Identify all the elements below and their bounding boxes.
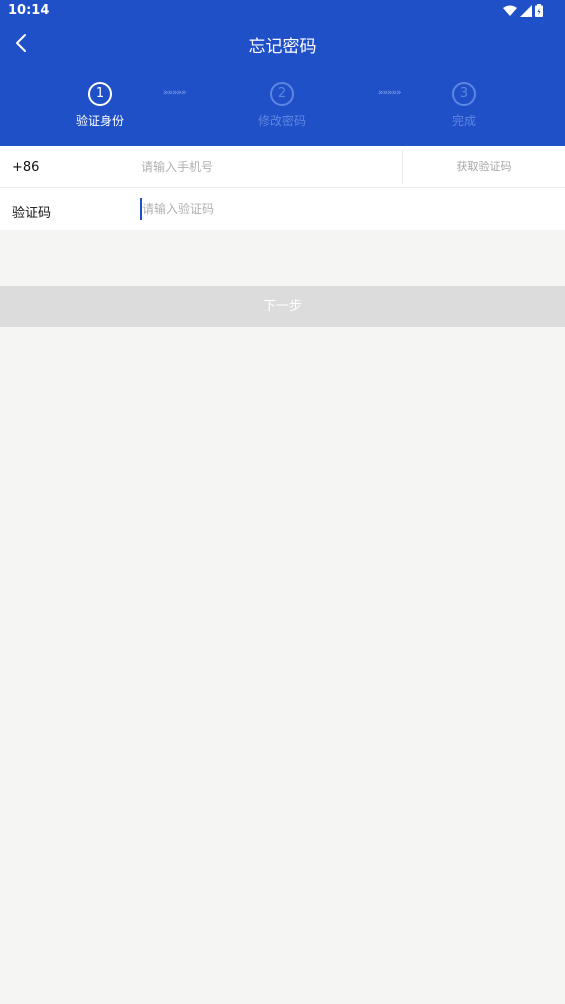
code-input[interactable] <box>140 198 390 220</box>
step-1: 1 验证身份 <box>40 80 160 129</box>
status-icons <box>503 4 543 17</box>
code-row: 验证码 <box>0 188 565 230</box>
step-2: 2 修改密码 <box>222 80 342 129</box>
status-bar: 10:14 <box>0 0 565 24</box>
step-3-label: 完成 <box>451 114 476 128</box>
code-label: 验证码 <box>12 206 52 221</box>
step-2-label: 修改密码 <box>257 114 306 128</box>
step-1-number: 1 <box>88 82 112 106</box>
header: 10:14 忘记密码 1 验证身份 »»»»» 2 修改密码 »»»»» 3 完… <box>0 0 565 146</box>
country-code[interactable]: +86 <box>12 160 39 175</box>
verify-form: +86 获取验证码 验证码 <box>0 146 565 230</box>
page-title: 忘记密码 <box>248 37 317 57</box>
battery-icon <box>535 4 543 17</box>
status-time: 10:14 <box>8 3 50 18</box>
signal-icon <box>520 4 532 17</box>
get-code-button[interactable]: 获取验证码 <box>403 146 565 188</box>
step-3-number: 3 <box>452 82 476 106</box>
step-indicator: 1 验证身份 »»»»» 2 修改密码 »»»»» 3 完成 <box>0 80 565 136</box>
wifi-icon <box>503 5 517 16</box>
step-chevron-icon: »»»»» <box>378 88 402 98</box>
phone-input[interactable] <box>141 156 391 178</box>
step-1-label: 验证身份 <box>75 114 124 128</box>
step-2-number: 2 <box>270 82 294 106</box>
step-3: 3 完成 <box>404 80 524 129</box>
nav-bar: 忘记密码 <box>0 24 565 64</box>
next-button[interactable]: 下一步 <box>0 286 565 327</box>
phone-row: +86 获取验证码 <box>0 146 565 188</box>
step-chevron-icon: »»»»» <box>163 88 187 98</box>
